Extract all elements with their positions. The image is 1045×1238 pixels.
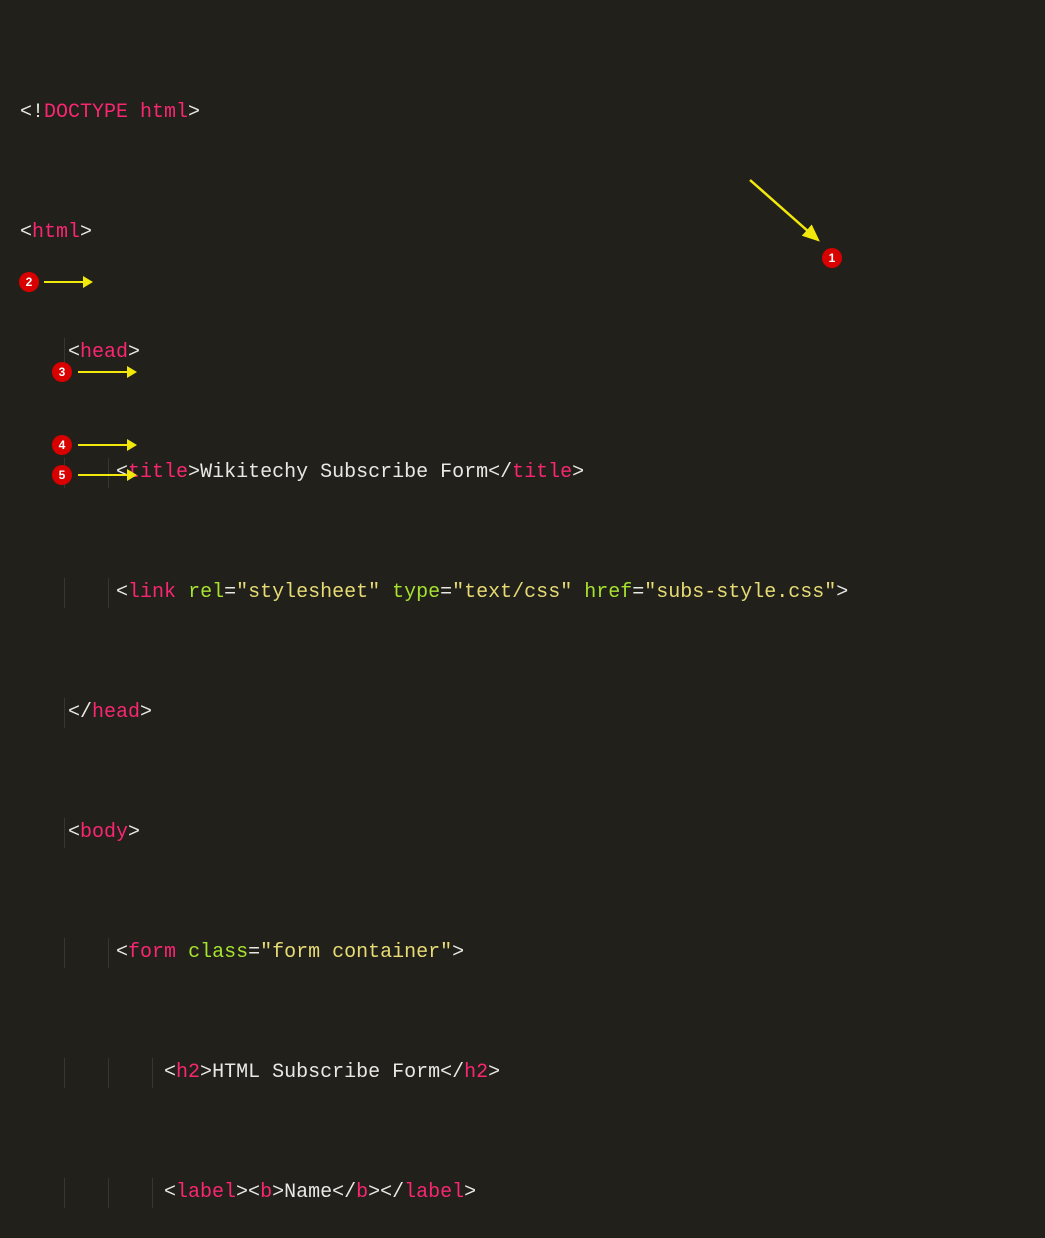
arrow-annotation <box>78 474 128 476</box>
code-line: <!DOCTYPE html> <box>20 98 1045 128</box>
code-line: <h2>HTML Subscribe Form</h2> <box>20 1058 1045 1088</box>
code-line: <label><b>Name</b></label> <box>20 1178 1045 1208</box>
code-line: <link rel="stylesheet" type="text/css" h… <box>20 578 1045 608</box>
annotation-badge-5: 5 <box>52 465 72 485</box>
arrow-annotation <box>44 281 84 283</box>
code-line: <form class="form container"> <box>20 938 1045 968</box>
annotation-badge-2: 2 <box>19 272 39 292</box>
code-line: </head> <box>20 698 1045 728</box>
annotation-badge-4: 4 <box>52 435 72 455</box>
arrow-annotation <box>78 371 128 373</box>
code-line: <html> <box>20 218 1045 248</box>
code-line: <head> <box>20 338 1045 368</box>
annotation-badge-3: 3 <box>52 362 72 382</box>
arrow-annotation <box>78 444 128 446</box>
annotation-badge-1: 1 <box>822 248 842 268</box>
arrow-annotation <box>740 180 835 255</box>
code-block: <!DOCTYPE html> <html> <head> <title>Wik… <box>0 0 1045 1238</box>
code-line: <body> <box>20 818 1045 848</box>
code-line: <title>Wikitechy Subscribe Form</title> <box>20 458 1045 488</box>
